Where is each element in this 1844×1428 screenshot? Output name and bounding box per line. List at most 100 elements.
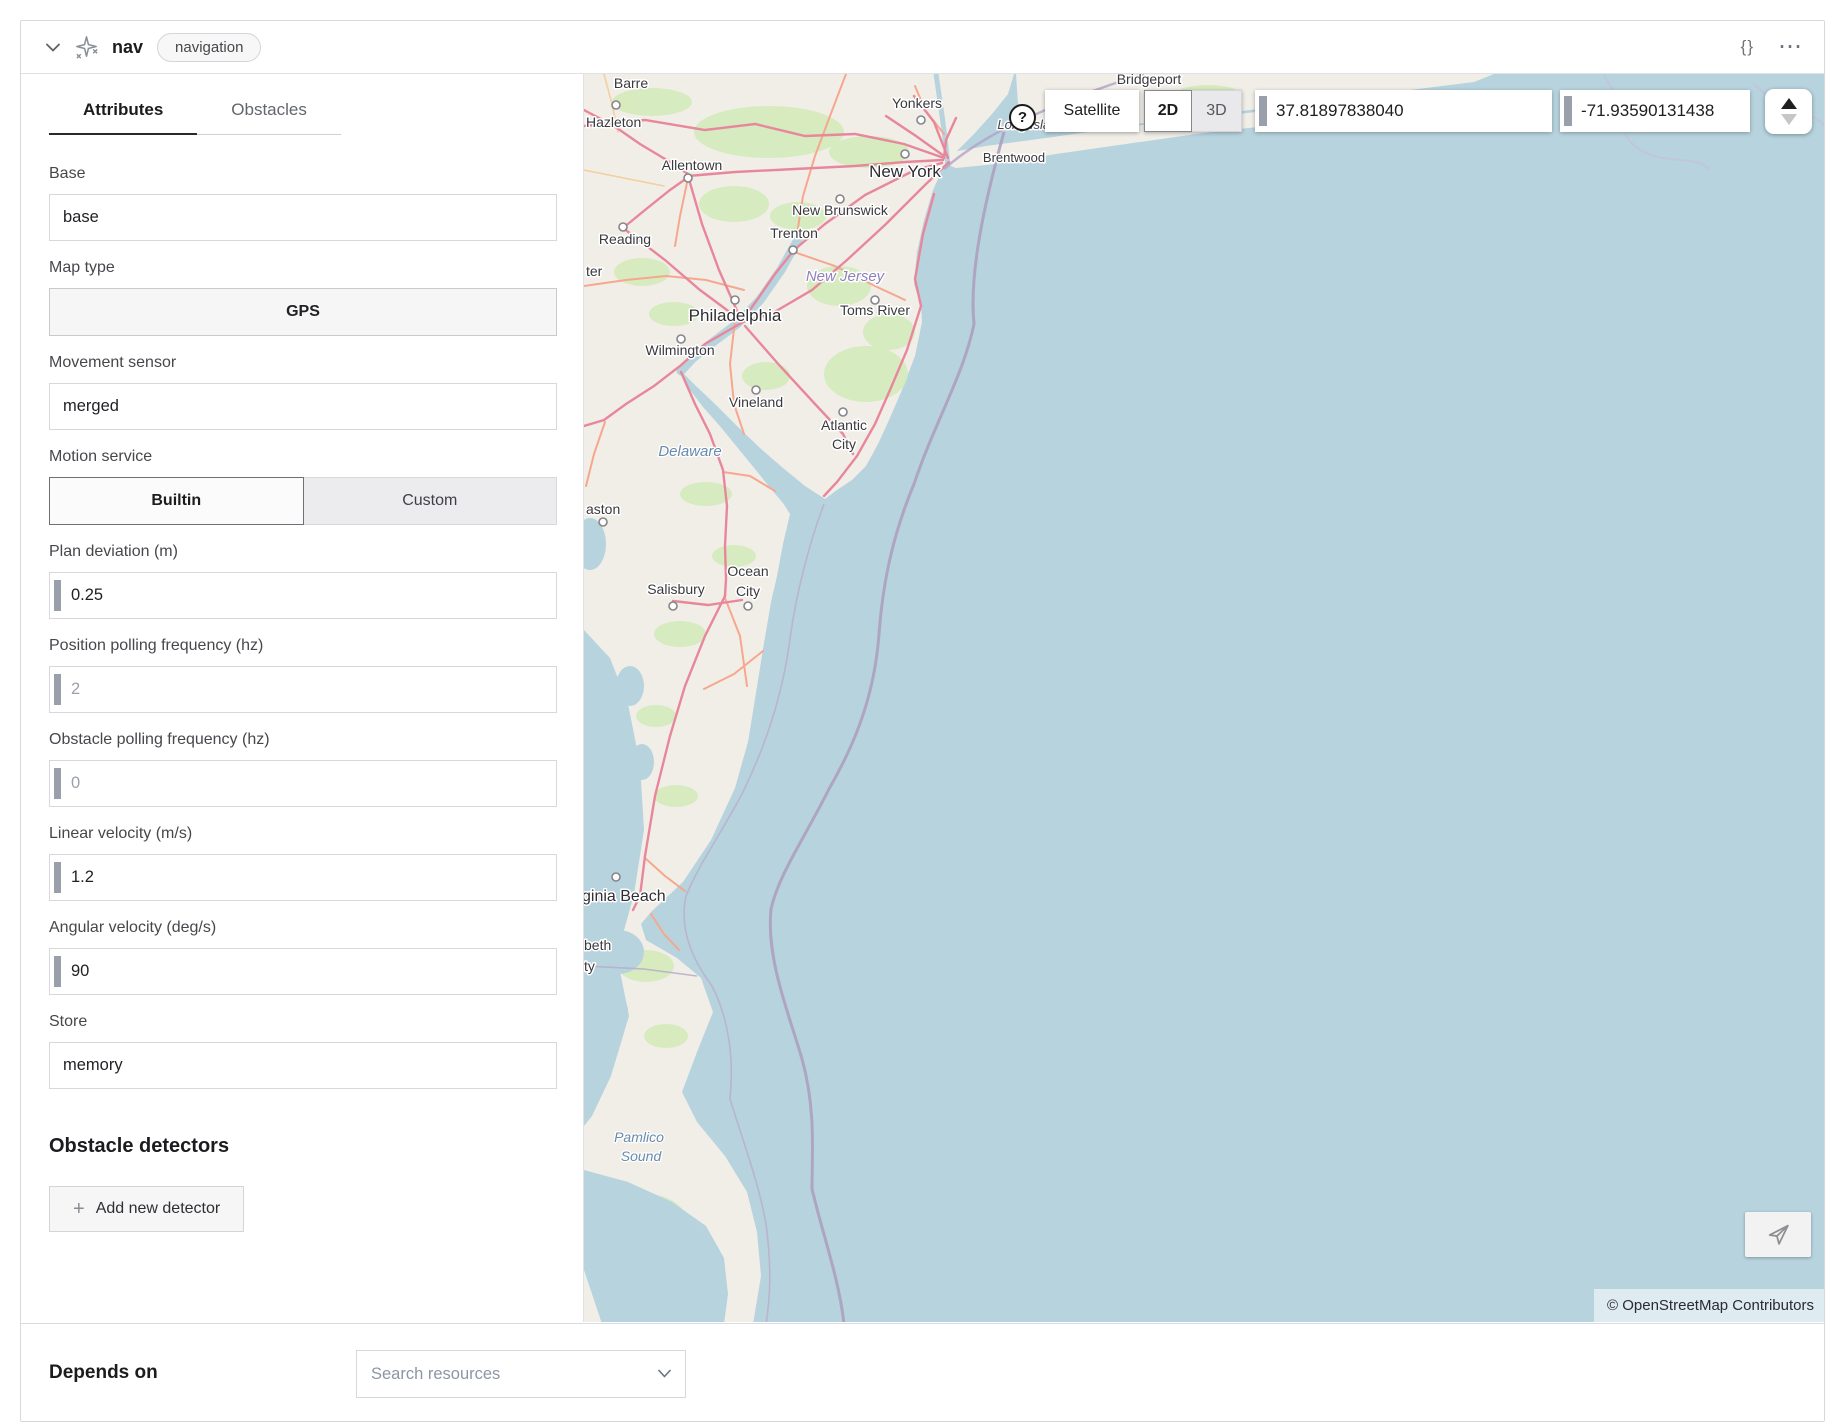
map-label: Barre — [614, 75, 648, 91]
config-panel: Attributes Obstacles Base Map type GPS Move… — [21, 74, 583, 1323]
town-marker — [731, 296, 739, 304]
map-label: Hazleton — [586, 114, 641, 130]
recenter-button[interactable] — [1745, 1212, 1811, 1257]
base-input[interactable] — [50, 195, 556, 240]
map-label: Allentown — [662, 157, 723, 173]
longitude-input[interactable] — [1560, 90, 1750, 132]
add-detector-button[interactable]: + Add new detector — [49, 1186, 244, 1232]
town-marker — [619, 223, 627, 231]
map-label: City — [832, 436, 856, 452]
position-polling-frequency-input-box — [49, 666, 557, 713]
plan-deviation-field: Plan deviation (m) — [49, 543, 557, 619]
angular-velocity-input-box — [49, 948, 557, 995]
motion-service-option-builtin[interactable]: Builtin — [49, 477, 304, 525]
movement-sensor-field: Movement sensor — [49, 354, 557, 430]
town-marker — [669, 602, 677, 610]
town-marker — [612, 101, 620, 109]
obstacle-polling-frequency-input[interactable] — [50, 761, 556, 806]
movement-sensor-label: Movement sensor — [49, 354, 557, 372]
resource-title: nav — [112, 37, 143, 58]
map-type-label: Map type — [49, 259, 557, 277]
town-marker — [752, 386, 760, 394]
mode-2d-button[interactable]: 2D — [1144, 90, 1192, 132]
resource-card: nav navigation {} ⋯ Attributes Obstacles… — [20, 20, 1825, 1422]
raw-json-button[interactable]: {} — [1741, 37, 1754, 57]
plan-deviation-input-box — [49, 572, 557, 619]
linear-velocity-input-box — [49, 854, 557, 901]
map-label: ter — [586, 263, 603, 279]
latitude-input-box — [1255, 90, 1552, 132]
depends-on-select[interactable]: Search resources — [356, 1350, 686, 1398]
help-icon[interactable]: ? — [1009, 104, 1036, 131]
card-header: nav navigation {} ⋯ — [21, 21, 1824, 73]
openstreetmap-canvas[interactable]: BarreHazletonBridgeportYonkersNew YorkLo… — [584, 74, 1824, 1322]
map-label: ty — [584, 958, 595, 974]
map-label: Delaware — [658, 443, 721, 460]
obstacle-detectors-heading: Obstacle detectors — [49, 1135, 557, 1158]
search-resources-placeholder: Search resources — [371, 1365, 500, 1384]
obstacle-polling-frequency-label: Obstacle polling frequency (hz) — [49, 731, 557, 749]
town-marker — [917, 116, 925, 124]
add-detector-label: Add new detector — [96, 1200, 221, 1218]
map[interactable]: BarreHazletonBridgeportYonkersNew YorkLo… — [583, 74, 1824, 1322]
motion-service-label: Motion service — [49, 448, 557, 466]
angular-velocity-input[interactable] — [50, 949, 556, 994]
store-input-box — [49, 1042, 557, 1089]
chevron-down-icon — [658, 1365, 671, 1383]
overflow-menu-button[interactable]: ⋯ — [1778, 42, 1802, 52]
map-label: Sound — [621, 1148, 663, 1164]
linear-velocity-input[interactable] — [50, 855, 556, 900]
store-input[interactable] — [50, 1043, 556, 1088]
movement-sensor-input[interactable] — [50, 384, 556, 429]
motion-service-field: Motion service BuiltinCustom — [49, 448, 557, 525]
map-label: Ocean — [727, 563, 768, 579]
navigation-service-icon — [73, 34, 100, 61]
map-attribution: © OpenStreetMap Contributors — [1594, 1289, 1824, 1322]
map-label: Philadelphia — [689, 306, 782, 325]
town-marker — [744, 602, 752, 610]
resource-type-badge: navigation — [157, 33, 261, 62]
linear-velocity-label: Linear velocity (m/s) — [49, 825, 557, 843]
store-field: Store — [49, 1013, 557, 1089]
town-marker — [839, 408, 847, 416]
collapse-chevron-icon[interactable] — [43, 37, 63, 57]
card-body: Attributes Obstacles Base Map type GPS Move… — [21, 73, 1824, 1323]
motion-service-segmented: BuiltinCustom — [49, 477, 557, 525]
motion-service-option-custom[interactable]: Custom — [304, 477, 558, 525]
map-label: Wilmington — [645, 342, 714, 358]
tabs: Attributes Obstacles — [49, 100, 557, 135]
town-marker — [612, 873, 620, 881]
map-type-field: Map type GPS — [49, 259, 557, 336]
satellite-toggle-button[interactable]: Satellite — [1045, 90, 1139, 132]
town-marker — [789, 246, 797, 254]
base-input-box — [49, 194, 557, 241]
map-label: Bridgeport — [1117, 74, 1182, 87]
position-polling-frequency-input[interactable] — [50, 667, 556, 712]
map-label: Toms River — [840, 302, 910, 318]
tab-attributes[interactable]: Attributes — [49, 100, 197, 135]
map-label: City — [736, 583, 760, 599]
town-marker — [684, 174, 692, 182]
map-type-button[interactable]: GPS — [49, 288, 557, 336]
zoom-stepper-button[interactable] — [1765, 89, 1812, 134]
plan-deviation-label: Plan deviation (m) — [49, 543, 557, 561]
plan-deviation-input[interactable] — [50, 573, 556, 618]
map-label: Yonkers — [892, 95, 942, 111]
tab-obstacles[interactable]: Obstacles — [197, 100, 341, 135]
angular-velocity-field: Angular velocity (deg/s) — [49, 919, 557, 995]
arrow-down-icon — [1781, 114, 1797, 125]
navigation-arrow-icon — [1766, 1222, 1791, 1247]
map-label: Trenton — [770, 225, 818, 241]
view-mode-toggle: 2D 3D — [1144, 90, 1242, 132]
map-label: ginia Beach — [584, 888, 666, 905]
longitude-input-box — [1560, 90, 1750, 132]
map-label: aston — [586, 501, 620, 517]
store-label: Store — [49, 1013, 557, 1031]
base-label: Base — [49, 165, 557, 183]
latitude-input[interactable] — [1255, 90, 1552, 132]
linear-velocity-field: Linear velocity (m/s) — [49, 825, 557, 901]
attributes-form: Base Map type GPS Movement sensor Motion ser… — [49, 165, 557, 1089]
arrow-up-icon — [1781, 98, 1797, 109]
angular-velocity-label: Angular velocity (deg/s) — [49, 919, 557, 937]
mode-3d-button[interactable]: 3D — [1192, 90, 1242, 132]
